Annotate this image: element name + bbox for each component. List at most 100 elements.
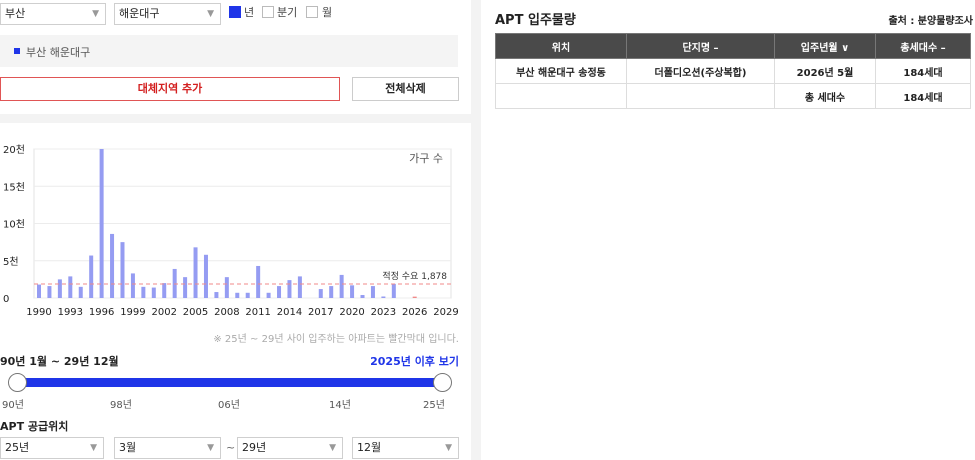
- city-select[interactable]: 부산 ▼: [0, 3, 106, 25]
- chart-bar: [120, 242, 125, 298]
- period-slider-end-handle[interactable]: [433, 373, 452, 392]
- y-tick-label: 10천: [3, 219, 25, 231]
- cell-total-label: 총 세대수: [774, 83, 876, 109]
- chart-bar: [350, 285, 355, 298]
- table-row: 부산 해운대구 송정동 더폴디오션(주상복합) 2026년 5월 184세대: [495, 58, 971, 84]
- x-tick-label: 2011: [245, 307, 270, 318]
- column-header-complex[interactable]: 단지명 –: [626, 33, 775, 59]
- cell-location: 부산 해운대구 송정동: [495, 58, 627, 84]
- x-tick-label: 2029: [433, 307, 458, 318]
- period-range-label: 90년 1월 ~ 29년 12월: [0, 355, 119, 368]
- chart-bar: [47, 286, 52, 298]
- view-after-2025-link[interactable]: 2025년 이후 보기: [370, 353, 459, 369]
- chart-bar: [172, 268, 177, 298]
- right-panel: APT 입주물량 출처 : 분양물량조사 위치 단지명 – 입주년월 ∨ 총세대…: [481, 0, 975, 460]
- x-tick-label: 1999: [120, 307, 145, 318]
- supply-from-year-value: 25년: [5, 441, 30, 454]
- period-quarter-checkbox[interactable]: [262, 6, 274, 18]
- chart-bar: [224, 277, 229, 298]
- chart-bar: [297, 276, 302, 298]
- chart-bar: [37, 284, 41, 298]
- x-tick-label: 2017: [308, 307, 333, 318]
- cell-empty: [495, 83, 627, 109]
- x-tick-label: 2023: [371, 307, 396, 318]
- period-year-checkbox[interactable]: [229, 6, 241, 18]
- chart-bar: [193, 247, 198, 298]
- reference-label: 적정 수요 1,878: [382, 270, 447, 282]
- table-total-row: 총 세대수 184세대: [495, 83, 971, 109]
- chart-bar: [339, 274, 344, 298]
- city-select-value: 부산: [5, 7, 26, 20]
- chart-bar: [287, 280, 292, 298]
- district-select[interactable]: 해운대구 ▼: [114, 3, 221, 25]
- chart-bar: [266, 292, 271, 298]
- left-panel: 부산 ▼ 해운대구 ▼ 년 분기 월 부산 해운대구 대체지역 추가 전체삭제 …: [0, 0, 471, 460]
- selected-region-label: 부산 해운대구: [26, 46, 91, 59]
- section-divider: [0, 114, 471, 123]
- x-tick-label: 1996: [89, 307, 114, 318]
- chart-note: ※ 25년 ~ 29년 사이 입주하는 아파트는 빨간막대 입니다.: [213, 334, 459, 345]
- supply-to-month-select[interactable]: 12월 ▼: [352, 437, 459, 459]
- slider-tick: 90년: [2, 400, 24, 411]
- period-slider-start-handle[interactable]: [8, 373, 27, 392]
- selected-region-box: 부산 해운대구: [0, 35, 458, 67]
- period-slider-track[interactable]: [17, 378, 443, 387]
- chart-bar: [391, 283, 396, 298]
- x-tick-label: 1990: [26, 307, 51, 318]
- cell-total-households: 184세대: [875, 83, 971, 109]
- chart-bar: [203, 254, 208, 298]
- chart-bar: [68, 276, 73, 298]
- period-month-checkbox[interactable]: [306, 6, 318, 18]
- range-tilde: ~: [226, 441, 236, 454]
- chart-bar: [412, 296, 417, 298]
- chevron-down-icon: ▼: [92, 9, 99, 19]
- apt-move-in-title: APT 입주물량: [495, 13, 576, 28]
- table-header-row: 위치 단지명 – 입주년월 ∨ 총세대수 –: [495, 33, 971, 59]
- add-region-button[interactable]: 대체지역 추가: [0, 77, 340, 101]
- chart-bar: [78, 286, 83, 298]
- chart-legend: 가구 수: [409, 152, 443, 165]
- cell-households: 184세대: [875, 58, 971, 84]
- cell-empty: [626, 83, 775, 109]
- district-select-value: 해운대구: [119, 7, 160, 20]
- chart-bar: [381, 296, 386, 298]
- slider-tick: 25년: [423, 400, 445, 411]
- cell-complex: 더폴디오션(주상복합): [626, 58, 775, 84]
- x-tick-label: 1993: [58, 307, 83, 318]
- chart-bar: [235, 292, 240, 298]
- delete-all-button[interactable]: 전체삭제: [352, 77, 459, 101]
- period-month-label: 월: [322, 6, 333, 19]
- panel-divider: [471, 0, 481, 460]
- chart-bar: [57, 279, 62, 298]
- supply-to-year-value: 29년: [242, 441, 267, 454]
- x-tick-label: 2020: [339, 307, 364, 318]
- chart-bar: [130, 273, 135, 298]
- supply-from-month-select[interactable]: 3월 ▼: [114, 437, 221, 459]
- data-source-label: 출처 : 분양물량조사: [888, 16, 973, 27]
- supply-to-year-select[interactable]: 29년 ▼: [237, 437, 343, 459]
- household-bar-chart: 0 5천 10천 15천 20천적정 수요 1,878 가구 수 1990 1993 1996 1…: [3, 144, 459, 318]
- period-year-label: 년: [244, 6, 255, 19]
- period-quarter-label: 분기: [277, 6, 298, 19]
- y-tick-label: 0: [3, 294, 9, 305]
- x-tick-label: 2005: [183, 307, 208, 318]
- chart-bar: [151, 287, 156, 298]
- x-tick-label: 2026: [402, 307, 427, 318]
- chevron-down-icon: ▼: [207, 443, 214, 453]
- chart-bar: [162, 283, 167, 298]
- x-tick-label: 2002: [152, 307, 177, 318]
- apt-move-in-table: 위치 단지명 – 입주년월 ∨ 총세대수 – 부산 해운대구 송정동 더폴디오션…: [495, 33, 971, 109]
- region-color-marker: [14, 48, 20, 54]
- column-header-households[interactable]: 총세대수 –: [875, 33, 971, 59]
- y-tick-label: 15천: [3, 181, 25, 193]
- chevron-down-icon: ▼: [90, 443, 97, 453]
- column-header-location[interactable]: 위치: [495, 33, 627, 59]
- supply-location-title: APT 공급위치: [0, 420, 69, 433]
- supply-from-year-select[interactable]: 25년 ▼: [0, 437, 104, 459]
- chevron-down-icon: ▼: [445, 443, 452, 453]
- chart-bar: [329, 286, 334, 298]
- chart-bar: [370, 286, 375, 298]
- supply-to-month-value: 12월: [357, 441, 382, 454]
- column-header-move-in-date[interactable]: 입주년월 ∨: [774, 33, 876, 59]
- chart-bar: [110, 233, 115, 298]
